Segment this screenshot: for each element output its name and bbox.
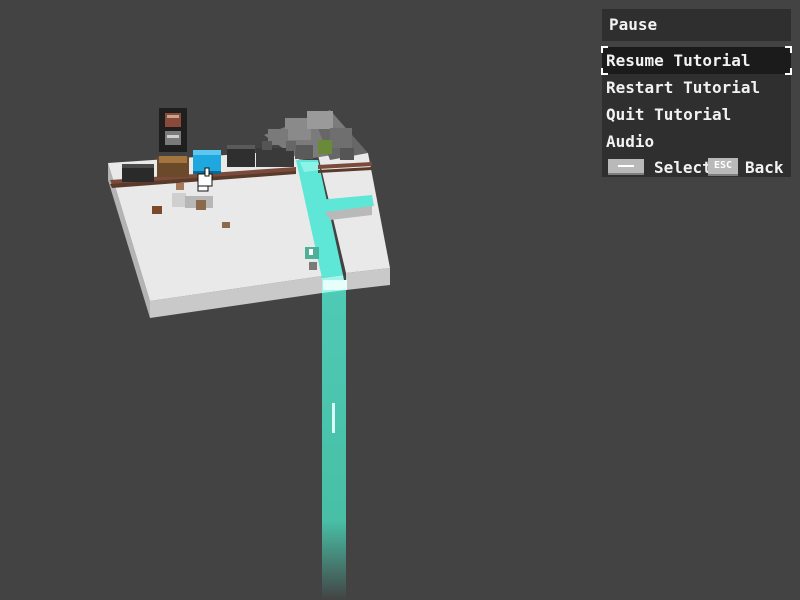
train-wagon-dark[interactable] — [227, 145, 255, 167]
back-hint-label: Back — [745, 158, 784, 177]
esc-key-icon: ESC — [708, 158, 738, 176]
menu-item-quit-tutorial[interactable]: Quit Tutorial — [602, 101, 791, 128]
waterfall — [322, 285, 346, 600]
selection-corner-icon — [601, 46, 608, 53]
train-wagon-black[interactable] — [122, 164, 154, 182]
pause-menu-title: Pause — [602, 9, 791, 41]
spacebar-key-icon — [608, 159, 644, 175]
menu-item-label: Audio — [606, 132, 655, 151]
select-hint-label: Select — [654, 158, 712, 177]
menu-item-restart-tutorial[interactable]: Restart Tutorial — [602, 74, 791, 101]
pause-menu: Pause Resume Tutorial Restart Tutorial Q… — [601, 9, 792, 177]
pause-menu-options: Resume Tutorial Restart Tutorial Quit Tu… — [601, 46, 792, 177]
build-tooltip[interactable] — [159, 108, 187, 152]
menu-item-audio[interactable]: Audio — [602, 128, 791, 155]
selection-corner-icon — [785, 46, 792, 53]
menu-item-label: Resume Tutorial — [606, 51, 751, 70]
train-wagon-wood[interactable] — [157, 156, 189, 177]
controls-hint: Select ESC Back — [602, 155, 791, 181]
menu-item-label: Quit Tutorial — [606, 105, 732, 124]
menu-item-resume-tutorial[interactable]: Resume Tutorial — [601, 46, 792, 75]
menu-item-label: Restart Tutorial — [606, 78, 761, 97]
